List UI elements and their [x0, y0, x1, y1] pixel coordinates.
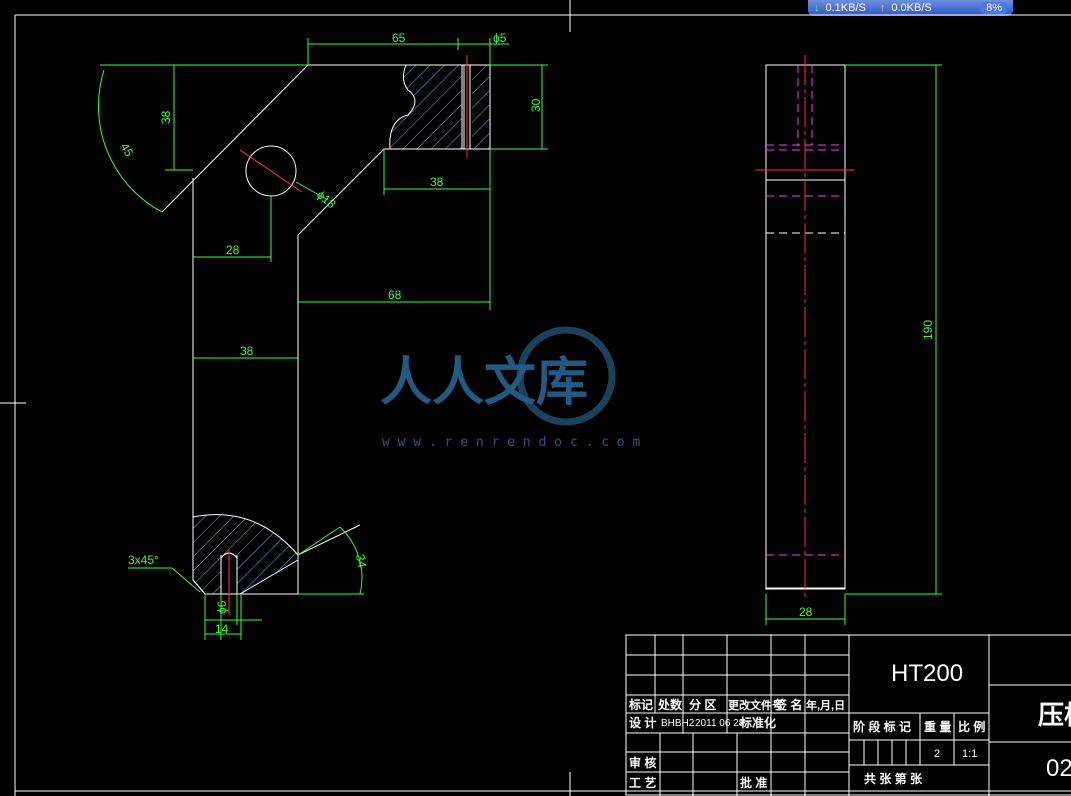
dim-68: 68: [388, 288, 402, 302]
dim-45-degree: 45: [117, 141, 136, 160]
part-name: 压板: [1038, 700, 1071, 730]
dim-phi18: ϕ18: [314, 188, 339, 212]
section-hatch-top: [389, 64, 490, 150]
title-block-grid: [625, 634, 1071, 796]
watermark: 人人文库 w w w . r e n r e n d o c . c o m: [380, 326, 640, 450]
dim-38-horizontal: 38: [430, 175, 444, 189]
dim-34-degree: 34: [353, 553, 369, 569]
dim-65: 65: [392, 31, 406, 45]
weight-value: 2: [934, 748, 940, 760]
weight-header: 重 量: [924, 719, 951, 734]
drawing-number: 02: [1046, 755, 1071, 782]
scale-value: 1:1: [962, 748, 977, 760]
design-label: 设 计: [629, 715, 656, 730]
dim-30: 30: [529, 98, 543, 112]
standardize-label: 标准化: [739, 715, 776, 730]
dim-28-side: 28: [799, 605, 813, 619]
design-date: 2011 06 28: [695, 718, 745, 729]
dim-38-bottom: 38: [240, 344, 254, 358]
watermark-url: w w w . r e n r e n d o c . c o m: [382, 435, 640, 450]
approve-label: 批 准: [740, 775, 767, 790]
dim-14: 14: [215, 622, 229, 636]
dim-phi5: ϕ5: [493, 31, 507, 45]
dim-38-vertical: 38: [159, 110, 173, 124]
stage-header: 阶 段 标 记: [853, 719, 911, 734]
process-label: 工 艺: [629, 775, 656, 790]
dim-chamfer: 3x45°: [128, 553, 159, 567]
rev-header-zone: 分 区: [689, 697, 716, 712]
watermark-brand: 人人文库: [380, 353, 588, 413]
rev-header-count: 处数: [657, 697, 683, 712]
designer-name: BHBH2: [661, 718, 695, 729]
scale-header: 比 例: [958, 719, 985, 734]
dim-28: 28: [226, 243, 240, 257]
sheet-count: 共 张 第 张: [864, 771, 923, 786]
side-view-centerlines: [755, 55, 855, 598]
rev-header-mark: 标记: [628, 697, 653, 712]
rev-header-sign: 签 名: [774, 697, 802, 712]
dim-phi6: ϕ6: [215, 600, 229, 614]
review-label: 审 核: [629, 755, 656, 770]
rev-header-date: 年,月,日: [806, 698, 845, 712]
dim-190: 190: [921, 320, 935, 340]
material: HT200: [891, 660, 963, 687]
cad-drawing-canvas[interactable]: 65 ϕ5 30 38 45 ϕ18 38 28 68 38 3x45° 34 …: [0, 0, 1071, 796]
section-hatch-bottom: [192, 514, 299, 595]
side-view-dimension-lines: [765, 64, 942, 625]
